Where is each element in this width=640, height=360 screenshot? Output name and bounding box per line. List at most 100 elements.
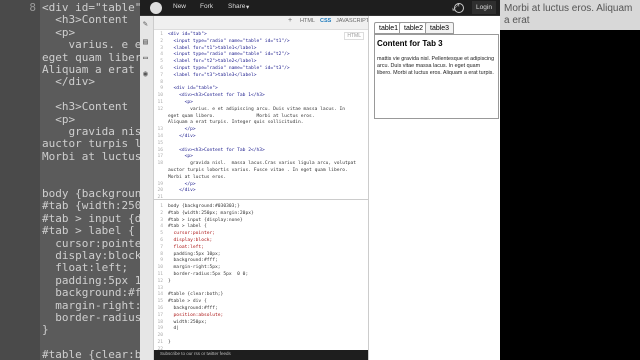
tab-html[interactable]: HTML: [300, 18, 315, 24]
line-number: 7: [160, 244, 163, 250]
html-line[interactable]: 16 <div><h3>Content for Tab 2</h3>: [154, 148, 368, 155]
tab-javascript[interactable]: JAVASCRIPT: [336, 18, 369, 24]
code-text: #tab {width:250px; margin:20px}: [168, 210, 254, 216]
side-toolbar: ✎ ▤ ▭ ◉: [140, 16, 154, 360]
line-number: 13: [157, 127, 163, 133]
html-line[interactable]: Morbi at luctus eros.: [154, 175, 368, 182]
logo-icon[interactable]: [150, 2, 162, 14]
footer-text: Subscribe to our rss or twitter feeds: [160, 351, 231, 356]
result-heading: Content for Tab 3: [377, 39, 443, 48]
css-line[interactable]: 18 width:250px;: [154, 320, 368, 327]
share-chevron-icon[interactable]: ▾: [246, 3, 249, 11]
background-code-left: 8 <div id="table"> <h3>Content <p> varius…: [0, 0, 140, 360]
css-line[interactable]: 12}: [154, 279, 368, 286]
css-line[interactable]: 11 border-radius:5px 5px 0 0;: [154, 272, 368, 279]
code-text: float:left;: [168, 244, 204, 250]
code-text: margin-right:5px;: [168, 265, 221, 271]
line-number: 11: [157, 100, 163, 105]
add-tab-button[interactable]: +: [288, 17, 292, 24]
html-line[interactable]: 7 <label for="t3">table3</label>: [154, 73, 368, 80]
line-number: 16: [157, 306, 163, 311]
html-line[interactable]: 15: [154, 141, 368, 148]
line-number: 6: [160, 238, 163, 243]
css-line[interactable]: 19 d|: [154, 326, 368, 333]
css-line[interactable]: 21}: [154, 340, 368, 347]
css-line[interactable]: 1 body {background:#030303;}: [154, 204, 368, 211]
code-text: varius. e et adipiscing arcu. Duis vitae…: [168, 106, 346, 112]
code-text: gravida nisl. massa lacus.Cras varius li…: [168, 161, 357, 167]
share-button[interactable]: Share: [228, 3, 245, 10]
line-number: 5: [160, 59, 163, 65]
line-number: 17: [157, 312, 163, 318]
line-number: 10: [157, 93, 163, 99]
top-bar: New Fork Share ▾ ⤢ Login: [140, 0, 500, 16]
line-number: 5: [160, 231, 163, 237]
new-button[interactable]: New: [173, 3, 186, 10]
code-text: </p>: [168, 127, 196, 133]
html-line[interactable]: 20 </div>: [154, 188, 368, 195]
code-text: <input type="radio" name="table" id="t3"…: [168, 66, 290, 71]
html-line[interactable]: 21: [154, 195, 368, 200]
editor-tabs: + HTML CSS JAVASCRIPT: [154, 16, 369, 30]
html-line[interactable]: 10 <div><h3>Content for Tab 1</h3>: [154, 93, 368, 100]
code-editor: + HTML CSS JAVASCRIPT HTML 1 <div id="tab…: [154, 16, 369, 360]
html-line[interactable]: 5 <label for="t2">table2</label>: [154, 59, 368, 66]
background-right-text: Morbi at luctus eros. Aliquam a erat: [504, 3, 633, 26]
css-code-pane[interactable]: 1 body {background:#030303;} 2 #tab {width:…: [154, 202, 368, 360]
line-number: 12: [157, 106, 163, 112]
css-line[interactable]: 20: [154, 333, 368, 340]
result-content-panel: Content for Tab 3 mattis vie gravida nis…: [374, 34, 499, 119]
code-text: #table > div {: [168, 299, 207, 305]
css-line[interactable]: 16 background:#fff;: [154, 306, 368, 313]
css-line[interactable]: 5 cursor:pointer;: [154, 231, 368, 238]
html-line[interactable]: 11 <p>: [154, 100, 368, 107]
html-line[interactable]: 6 <input type="radio" name="table" id="t…: [154, 66, 368, 73]
css-line[interactable]: 15 #table > div {: [154, 299, 368, 306]
html-code-pane[interactable]: 1 <div id="tab"> 2 <input type="radio" nam…: [154, 30, 368, 200]
css-line[interactable]: 17 position:absolute;: [154, 313, 368, 320]
line-number: 21: [157, 340, 163, 345]
code-text: border-radius:5px 5px 0 0;: [168, 272, 249, 277]
css-line[interactable]: 7 float:left;: [154, 245, 368, 252]
background-code-line: #table {clear:both;: [0, 345, 140, 360]
expand-icon[interactable]: ⤢: [452, 2, 459, 13]
html-line[interactable]: 12 varius. e et adipiscing arcu. Duis vi…: [154, 107, 368, 114]
pin-icon[interactable]: ◉: [143, 70, 151, 78]
wrench-icon[interactable]: ✎: [143, 20, 151, 28]
code-text: <div><h3>Content for Tab 2</h3>: [168, 147, 265, 153]
html-line[interactable]: 18 gravida nisl. massa lacus.Cras varius…: [154, 161, 368, 168]
code-text: auctor turpis lobortis varius. Fusce vit…: [168, 168, 348, 173]
login-button[interactable]: Login: [472, 1, 496, 14]
line-number: 18: [157, 161, 163, 167]
code-text: <div id="tab">: [168, 32, 207, 37]
footer-bar: Subscribe to our rss or twitter feeds: [154, 350, 368, 360]
html-line[interactable]: auctor turpis lobortis varius. Fusce vit…: [154, 168, 368, 175]
html-line[interactable]: 1 <div id="tab">: [154, 32, 368, 39]
code-text: </div>: [168, 134, 196, 139]
result-preview: table1 table2 table3 Content for Tab 3 m…: [368, 16, 500, 360]
line-number: 10: [157, 265, 163, 271]
result-tab-2[interactable]: table2: [399, 22, 429, 34]
code-text: Morbi at luctus eros.: [168, 174, 227, 180]
comment-icon[interactable]: ▭: [143, 54, 151, 62]
css-line[interactable]: 10 margin-right:5px;: [154, 265, 368, 272]
line-number: 15: [157, 140, 163, 146]
line-number: 21: [157, 195, 163, 200]
code-text: }: [168, 278, 171, 284]
result-tab-3[interactable]: table3: [425, 22, 455, 34]
code-text: <label for="t3">table3</label>: [168, 72, 257, 78]
document-icon[interactable]: ▤: [143, 38, 151, 46]
html-line[interactable]: 14 </div>: [154, 134, 368, 141]
fork-button[interactable]: Fork: [200, 3, 213, 10]
line-number: 20: [157, 333, 163, 339]
result-body-text: mattis vie gravida nisl. Pellentesque et…: [377, 56, 495, 76]
html-line[interactable]: 2 <input type="radio" name="table" id="t…: [154, 39, 368, 46]
code-text: <p>: [168, 100, 193, 105]
code-text: background:#fff;: [168, 306, 218, 311]
html-line[interactable]: 13 </p>: [154, 127, 368, 134]
css-line[interactable]: 2 #tab {width:250px; margin:20px}: [154, 211, 368, 218]
code-text: <div><h3>Content for Tab 1</h3>: [168, 93, 265, 99]
tab-css[interactable]: CSS: [320, 18, 331, 24]
css-line[interactable]: 6 display:block;: [154, 238, 368, 245]
code-text: }: [168, 340, 171, 345]
